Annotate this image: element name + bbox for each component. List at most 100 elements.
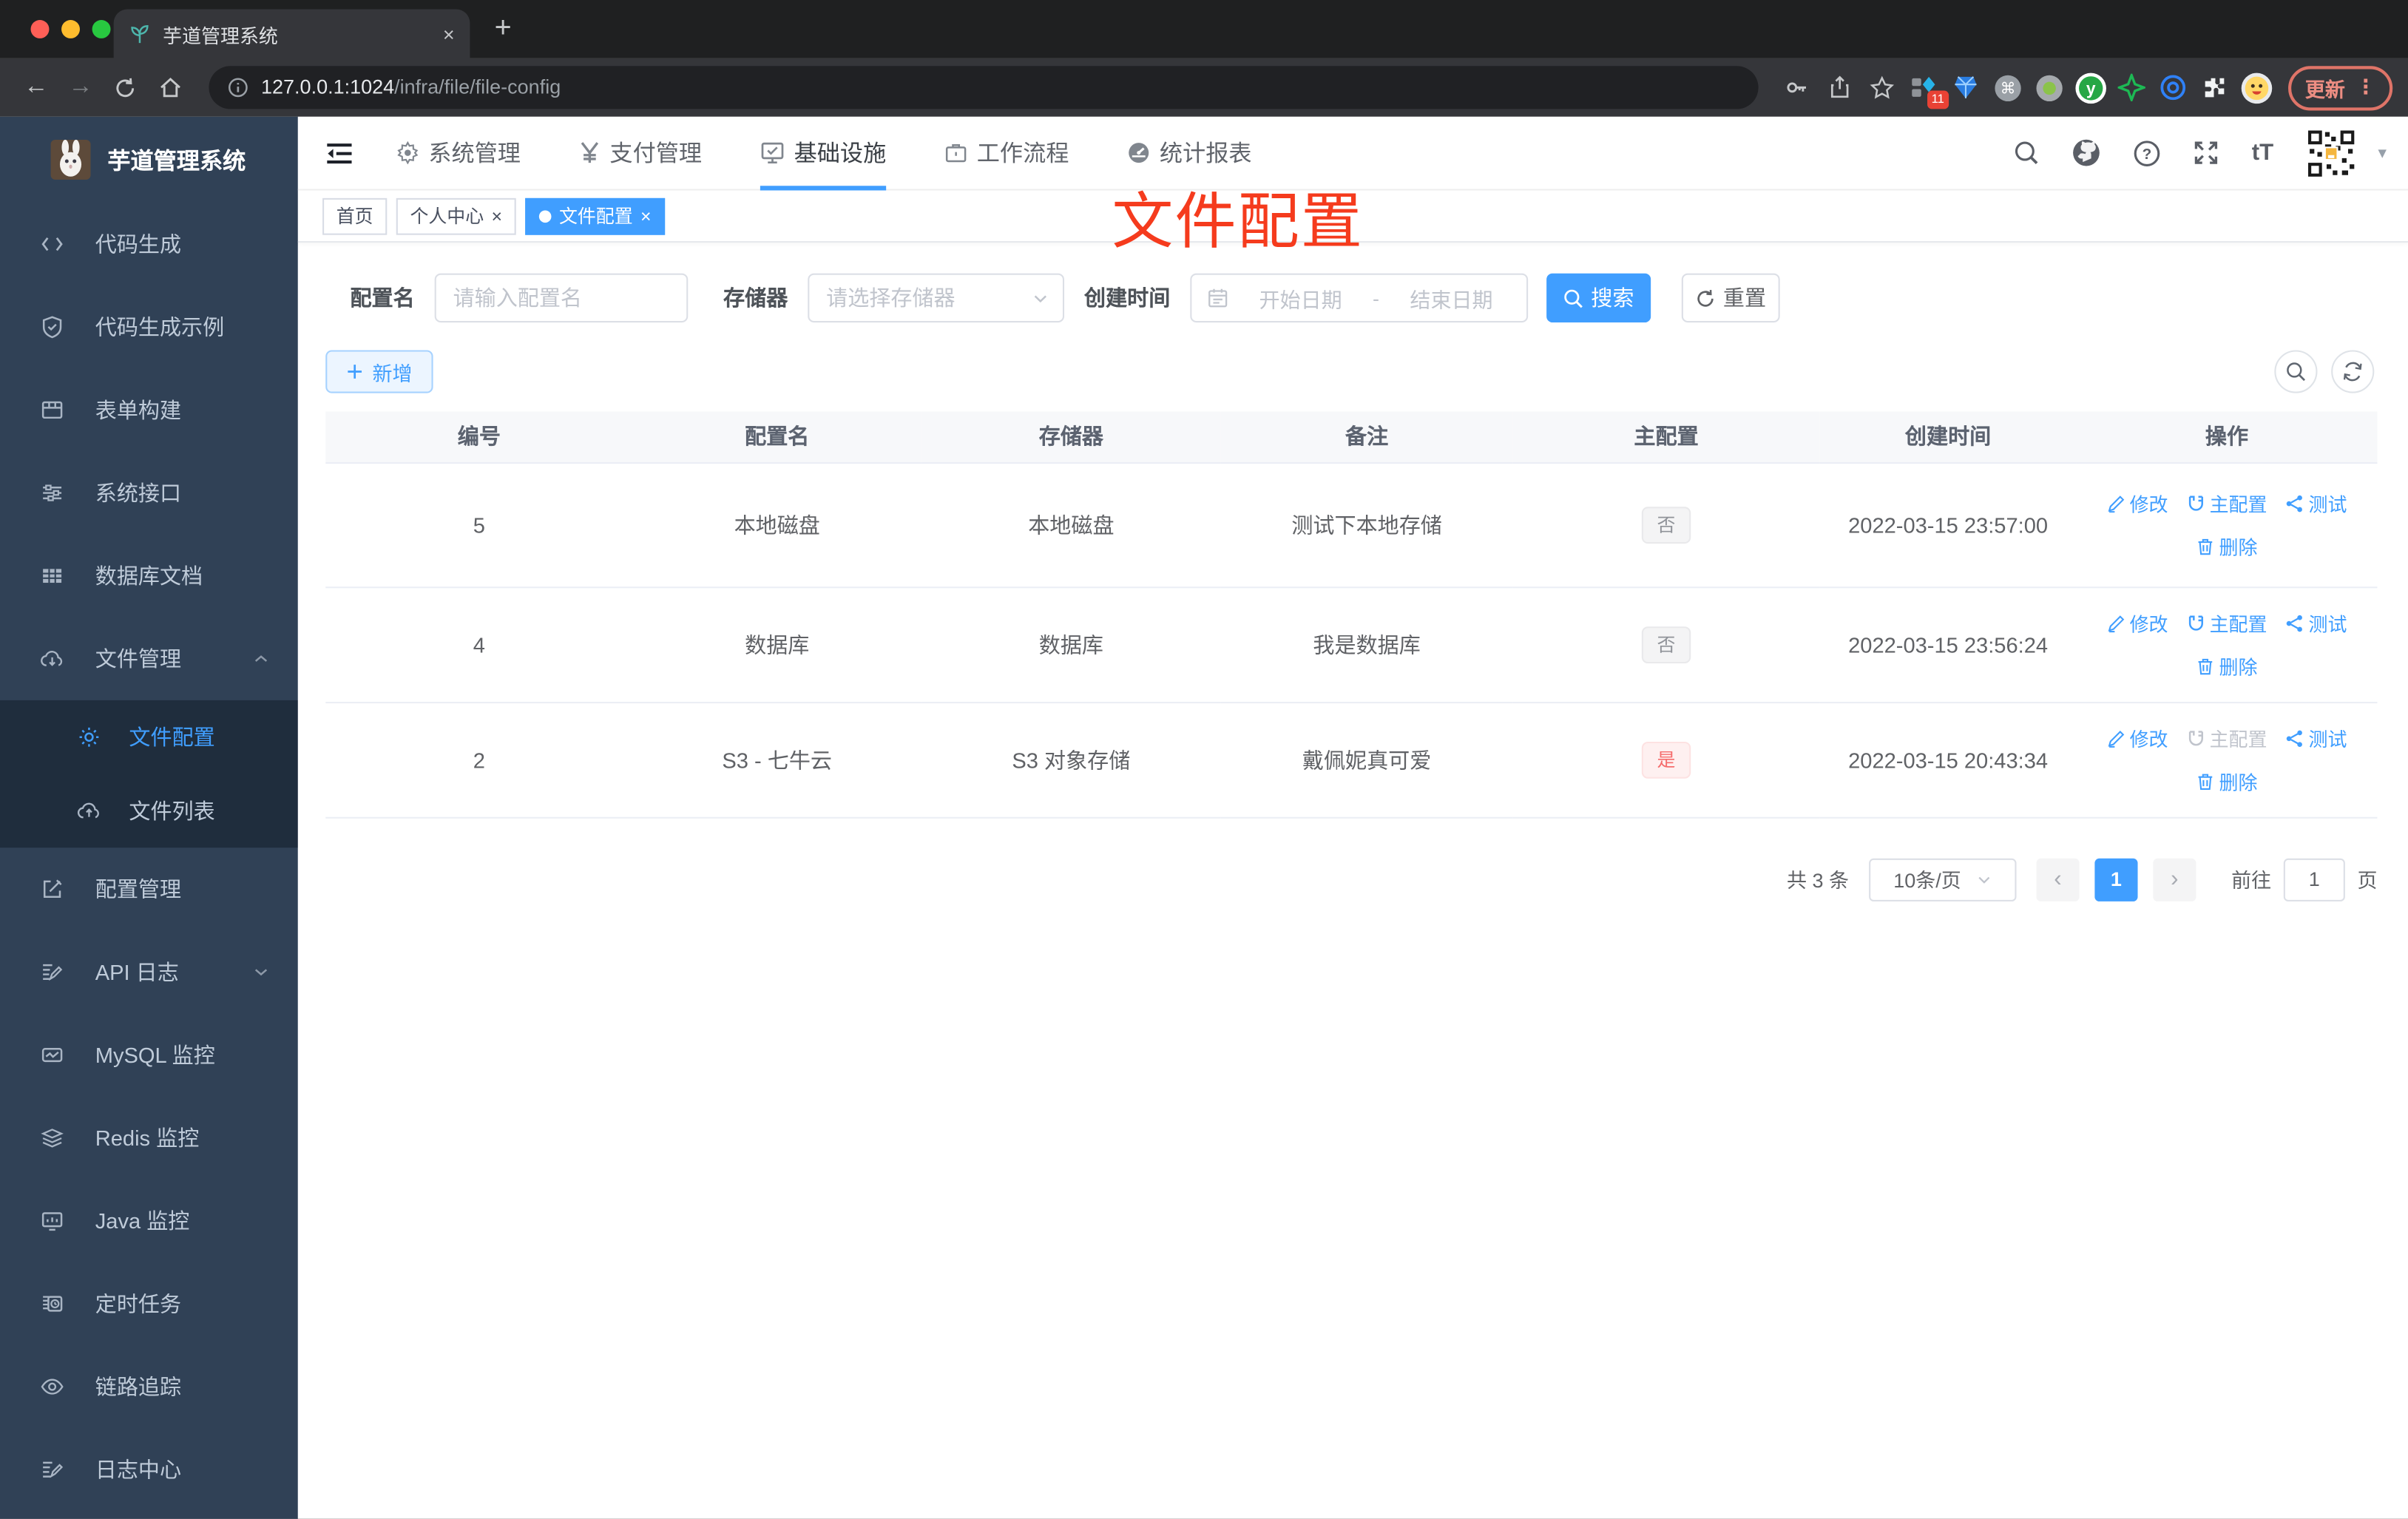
add-button[interactable]: 新增 xyxy=(325,350,433,393)
show-search-button[interactable] xyxy=(2274,350,2318,393)
sidebar-item-db-doc[interactable]: 数据库文档 xyxy=(0,535,298,618)
master-action[interactable]: 主配置 xyxy=(2186,488,2267,517)
edit-action[interactable]: 修改 xyxy=(2106,723,2168,752)
extension-recorder-icon[interactable] xyxy=(2030,67,2069,107)
close-icon[interactable]: × xyxy=(640,206,652,225)
refresh-table-button[interactable] xyxy=(2331,350,2375,393)
page-1-button[interactable]: 1 xyxy=(2094,857,2138,901)
master-action[interactable]: 主配置 xyxy=(2186,608,2267,637)
app-logo-row[interactable]: 芋道管理系统 xyxy=(0,117,298,203)
cell-name: 本地磁盘 xyxy=(632,462,921,588)
home-button[interactable] xyxy=(149,67,190,108)
test-action[interactable]: 测试 xyxy=(2285,608,2347,637)
storage-select[interactable]: 请选择存储器 xyxy=(808,273,1065,323)
topnav-item-workflow[interactable]: 工作流程 xyxy=(944,116,1069,190)
cell-id: 2 xyxy=(325,701,633,818)
avatar-dropdown-caret-icon[interactable]: ▾ xyxy=(2378,143,2386,163)
github-button[interactable] xyxy=(2072,138,2101,167)
sidebar-item-form-builder[interactable]: 表单构建 xyxy=(0,368,298,451)
sidebar-item-config-management[interactable]: 配置管理 xyxy=(0,848,298,930)
refresh-icon xyxy=(1697,288,1714,306)
sidebar-item-file-config[interactable]: 文件配置 xyxy=(0,700,298,774)
share-button[interactable] xyxy=(1820,67,1860,107)
close-icon[interactable]: × xyxy=(492,206,503,225)
user-avatar[interactable] xyxy=(2305,126,2358,179)
chrome-update-button[interactable]: 更新 ⋮ xyxy=(2287,65,2393,110)
extension-tampermonkey-icon[interactable]: 11 xyxy=(1906,67,1949,109)
sidebar-item-label: 代码生成示例 xyxy=(95,314,225,339)
header-search-button[interactable] xyxy=(2014,140,2040,166)
sidebar-item-system-api[interactable]: 系统接口 xyxy=(0,452,298,535)
sidebar-item-file-list[interactable]: 文件列表 xyxy=(0,774,298,848)
extension-shortcuts-icon[interactable]: ⌘ xyxy=(1989,67,2027,107)
sidebar-item-scheduled-tasks[interactable]: 定时任务 xyxy=(0,1262,298,1345)
cell-name: S3 - 七牛云 xyxy=(632,701,921,818)
goto-page-input[interactable] xyxy=(2283,857,2345,901)
close-window-button[interactable] xyxy=(30,19,50,38)
new-tab-button[interactable]: + xyxy=(495,14,512,43)
reload-button[interactable] xyxy=(104,67,146,108)
update-label: 更新 xyxy=(2304,77,2345,101)
search-button[interactable]: 搜索 xyxy=(1546,273,1651,323)
topnav-item-system[interactable]: 系统管理 xyxy=(396,116,521,190)
extension-eye-icon[interactable] xyxy=(2154,67,2193,107)
help-button[interactable]: ? xyxy=(2134,139,2161,166)
gem-icon xyxy=(1955,76,1978,98)
forward-button[interactable]: → xyxy=(60,67,101,108)
extensions-puzzle-button[interactable] xyxy=(2196,67,2234,107)
fullscreen-button[interactable] xyxy=(2194,140,2219,166)
zoom-window-button[interactable] xyxy=(92,19,111,38)
password-key-button[interactable] xyxy=(1777,67,1817,107)
edit-action[interactable]: 修改 xyxy=(2106,488,2168,517)
tag-view-profile[interactable]: 个人中心 × xyxy=(396,197,516,234)
extension-star-icon[interactable] xyxy=(2113,67,2151,107)
chart-line-icon xyxy=(41,1048,63,1063)
sidebar-item-file-management[interactable]: 文件管理 xyxy=(0,618,298,700)
sidebar-item-java-monitor[interactable]: Java 监控 xyxy=(0,1180,298,1262)
test-action[interactable]: 测试 xyxy=(2285,488,2347,517)
browser-menu-icon[interactable]: ⋮ xyxy=(2355,75,2375,100)
sidebar-item-api-log[interactable]: API 日志 xyxy=(0,930,298,1013)
back-button[interactable]: ← xyxy=(16,67,57,108)
sidebar-item-label: 文件管理 xyxy=(95,646,182,671)
browser-tab[interactable]: 芋道管理系统 × xyxy=(113,9,470,58)
edit-action[interactable]: 修改 xyxy=(2106,608,2168,637)
test-action[interactable]: 测试 xyxy=(2285,723,2347,752)
reset-button[interactable]: 重置 xyxy=(1681,273,1780,323)
log-center-icon xyxy=(43,1461,64,1478)
sidebar-collapse-button[interactable] xyxy=(317,129,362,175)
tab-close-icon[interactable]: × xyxy=(443,22,455,45)
prev-page-button[interactable]: ‹ xyxy=(2036,857,2080,901)
config-name-input[interactable] xyxy=(434,273,689,323)
cell-storage: S3 对象存储 xyxy=(921,701,1221,818)
pen-icon xyxy=(2107,495,2124,512)
next-page-button[interactable]: › xyxy=(2153,857,2196,901)
sidebar-item-code-generation[interactable]: 代码生成 xyxy=(0,203,298,285)
profile-emoji-icon[interactable] xyxy=(2237,67,2276,107)
sidebar-item-mysql-monitor[interactable]: MySQL 监控 xyxy=(0,1014,298,1097)
tag-view-home[interactable]: 首页 xyxy=(322,197,388,234)
extension-y-icon[interactable]: y xyxy=(2072,67,2110,107)
delete-action[interactable]: 删除 xyxy=(2196,651,2258,680)
date-range-picker[interactable]: 开始日期 - 结束日期 xyxy=(1190,273,1529,323)
sidebar-item-log-center[interactable]: 日志中心 xyxy=(0,1428,298,1511)
sidebar-item-redis-monitor[interactable]: Redis 监控 xyxy=(0,1097,298,1180)
minimize-window-button[interactable] xyxy=(61,19,80,38)
topnav-label: 统计报表 xyxy=(1159,141,1252,168)
chevron-down-icon xyxy=(254,969,268,976)
extension-gem-icon[interactable] xyxy=(1947,67,1986,107)
tag-view-file-config[interactable]: 文件配置 × xyxy=(525,197,666,234)
sidebar-item-code-example[interactable]: 代码生成示例 xyxy=(0,285,298,368)
browser-toolbar: ← → 127.0.0.1:1024/infra/file/file-confi… xyxy=(0,58,2408,117)
sidebar-item-tracing[interactable]: 链路追踪 xyxy=(0,1345,298,1428)
range-separator: - xyxy=(1373,286,1380,310)
bookmark-star-button[interactable] xyxy=(1863,67,1903,107)
topnav-item-infrastructure[interactable]: 基础设施 xyxy=(760,116,887,190)
page-size-select[interactable]: 10条/页 xyxy=(1869,857,2017,901)
delete-action[interactable]: 删除 xyxy=(2196,766,2258,795)
topnav-item-payment[interactable]: 支付管理 xyxy=(579,116,702,190)
url-bar[interactable]: 127.0.0.1:1024/infra/file/file-config xyxy=(209,66,1759,109)
font-size-button[interactable]: tT xyxy=(2252,140,2273,166)
chevron-down-icon xyxy=(1978,876,1990,883)
delete-action[interactable]: 删除 xyxy=(2196,531,2258,560)
